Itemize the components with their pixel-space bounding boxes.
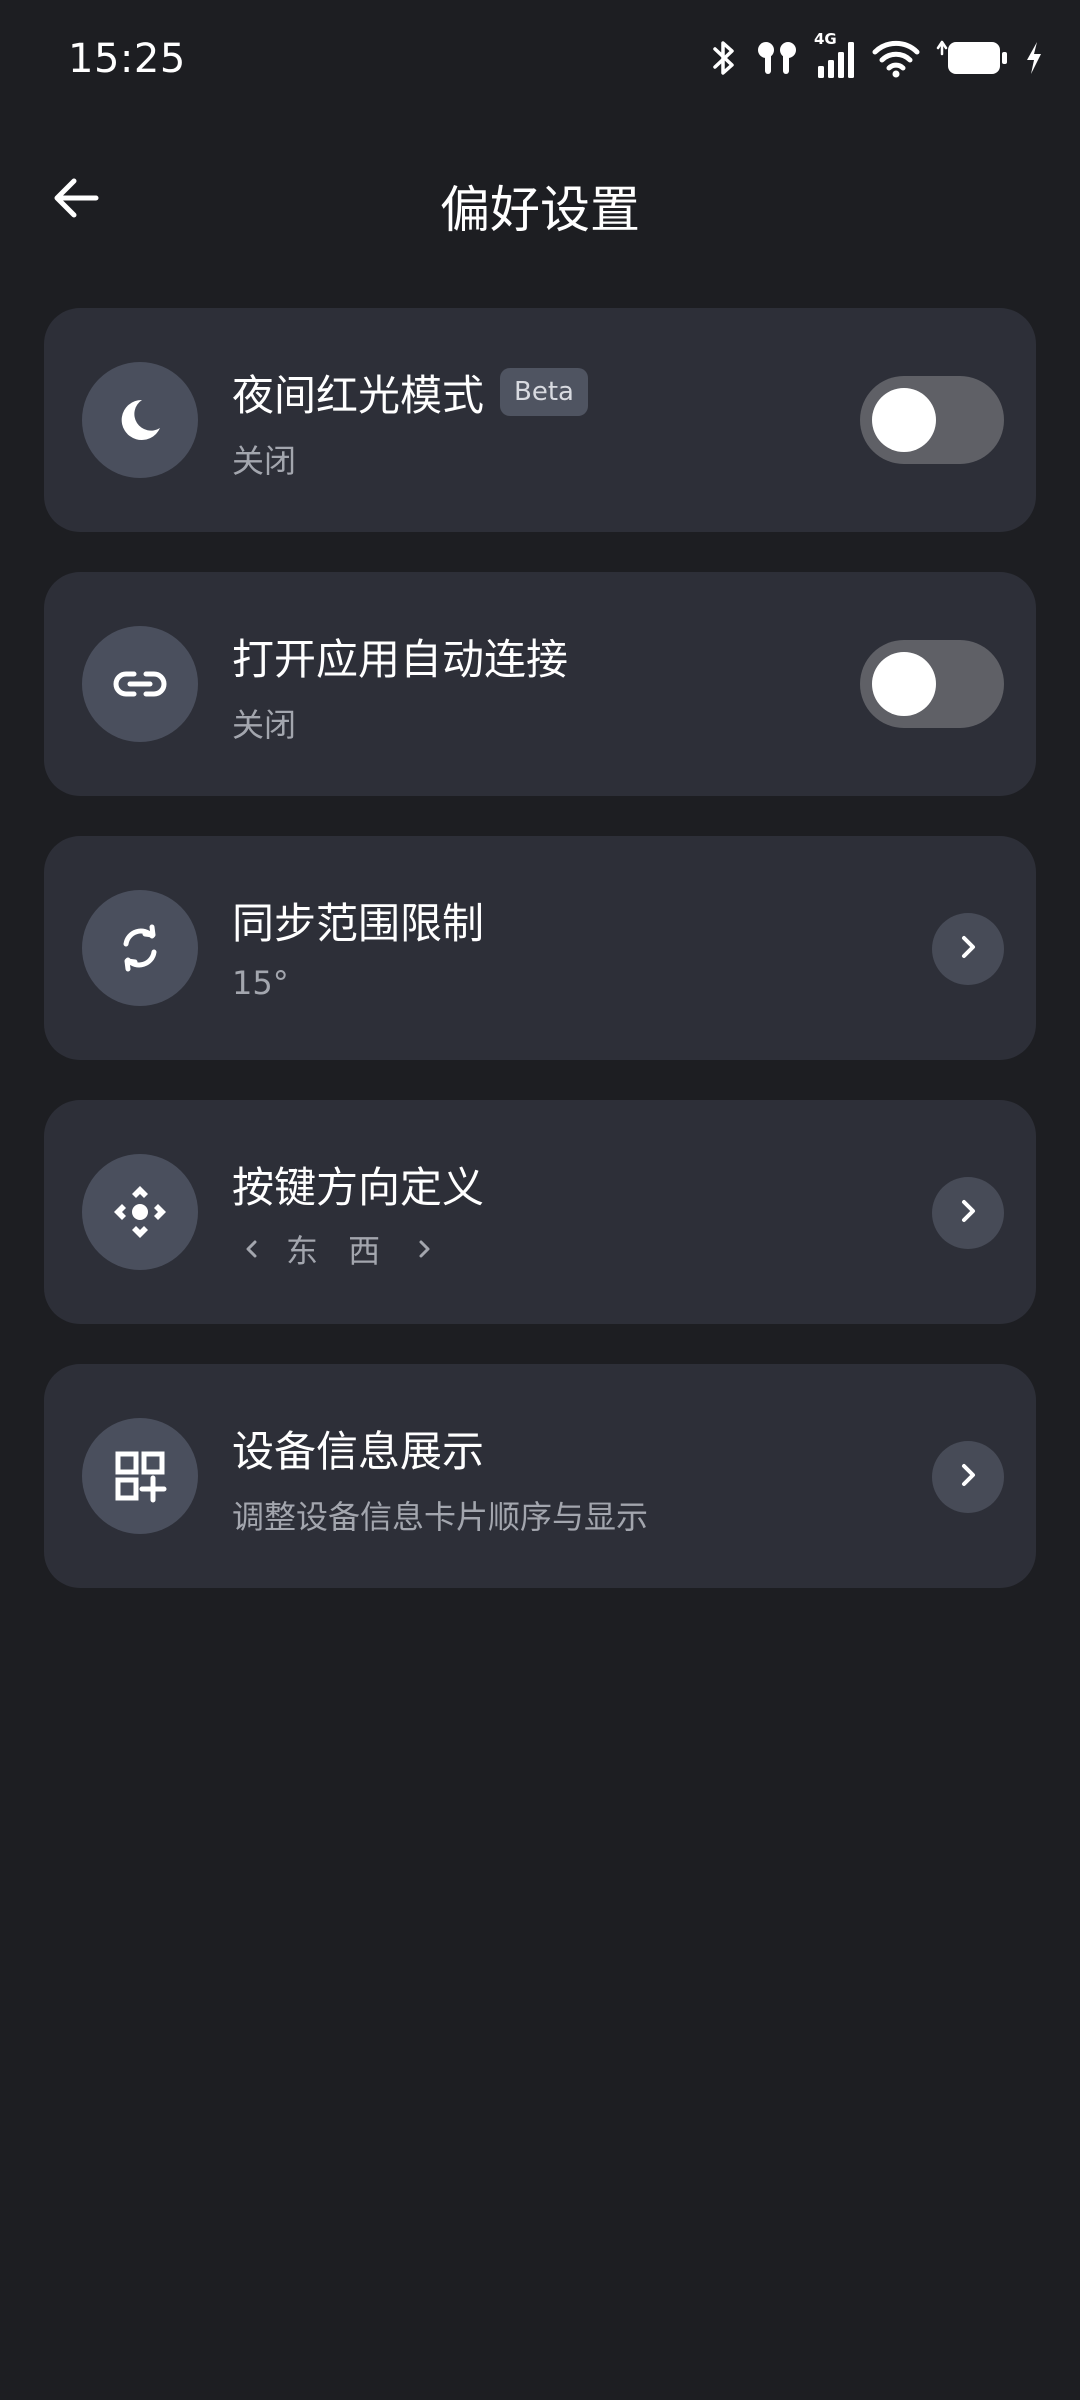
device-info-chevron-button[interactable] bbox=[932, 1441, 1004, 1513]
moon-icon bbox=[82, 362, 198, 478]
key-direction-chevron-button[interactable] bbox=[932, 1177, 1004, 1249]
setting-card-device-info[interactable]: 设备信息展示 调整设备信息卡片顺序与显示 bbox=[44, 1364, 1036, 1588]
sync-range-chevron-button[interactable] bbox=[932, 913, 1004, 985]
charging-icon bbox=[1024, 40, 1044, 76]
cellular-signal-icon: 4G bbox=[814, 30, 858, 80]
setting-card-night-red-mode[interactable]: 夜间红光模式 Beta 关闭 bbox=[44, 308, 1036, 532]
beta-badge: Beta bbox=[500, 368, 588, 416]
night-red-mode-toggle[interactable] bbox=[860, 376, 1004, 464]
direction-prev-button[interactable] bbox=[232, 1229, 272, 1269]
toggle-knob bbox=[872, 652, 936, 716]
chevron-right-icon bbox=[952, 1459, 984, 1495]
chevron-right-small-icon bbox=[419, 1240, 430, 1258]
setting-value: 15° bbox=[232, 964, 289, 1002]
earbuds-icon bbox=[754, 38, 800, 78]
status-bar: 15:25 4G bbox=[0, 0, 1080, 120]
grid-add-icon bbox=[82, 1418, 198, 1534]
toggle-knob bbox=[872, 388, 936, 452]
sync-icon bbox=[82, 890, 198, 1006]
direction-selector: 东 西 bbox=[232, 1226, 444, 1272]
setting-title: 夜间红光模式 bbox=[232, 371, 485, 420]
direction-value: 东 西 bbox=[286, 1232, 391, 1270]
setting-description: 调整设备信息卡片顺序与显示 bbox=[232, 1498, 649, 1536]
setting-title: 按键方向定义 bbox=[232, 1163, 485, 1212]
wifi-icon bbox=[872, 38, 920, 78]
link-icon bbox=[82, 626, 198, 742]
direction-pad-icon bbox=[82, 1154, 198, 1270]
bluetooth-icon bbox=[710, 38, 740, 78]
chevron-right-icon bbox=[952, 1195, 984, 1231]
direction-next-button[interactable] bbox=[404, 1229, 444, 1269]
chevron-right-icon bbox=[952, 931, 984, 967]
auto-connect-toggle[interactable] bbox=[860, 640, 1004, 728]
chevron-left-icon bbox=[246, 1240, 257, 1258]
setting-title: 打开应用自动连接 bbox=[232, 635, 569, 684]
setting-title: 设备信息展示 bbox=[232, 1427, 485, 1476]
status-time: 15:25 bbox=[68, 36, 186, 82]
setting-card-sync-range[interactable]: 同步范围限制 15° bbox=[44, 836, 1036, 1060]
setting-title: 同步范围限制 bbox=[232, 899, 485, 948]
page-title: 偏好设置 bbox=[440, 181, 640, 239]
battery-icon bbox=[934, 38, 1010, 78]
top-bar: 偏好设置 bbox=[0, 150, 1080, 250]
setting-card-auto-connect[interactable]: 打开应用自动连接 关闭 bbox=[44, 572, 1036, 796]
status-icons: 4G bbox=[710, 30, 1044, 82]
setting-card-key-direction[interactable]: 按键方向定义 东 西 bbox=[44, 1100, 1036, 1324]
setting-status: 关闭 bbox=[232, 706, 297, 744]
setting-status: 关闭 bbox=[232, 442, 297, 480]
